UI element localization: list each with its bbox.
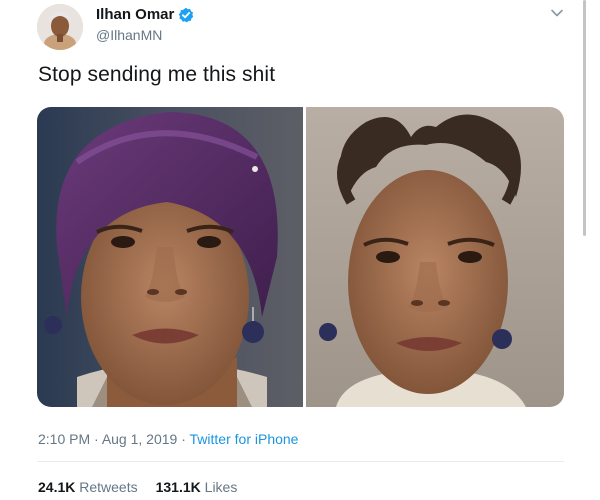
- photo-woman-without-headscarf: [306, 107, 564, 407]
- tweet-card: Ilhan Omar @IlhanMN Stop sending me this…: [0, 0, 600, 500]
- retweets-count: 24.1K: [38, 479, 76, 495]
- likes-stat[interactable]: 131.1K Likes: [156, 479, 238, 495]
- likes-count: 131.1K: [155, 479, 201, 495]
- tweet-time[interactable]: 2:10 PM: [38, 431, 90, 447]
- photo-woman-purple-headscarf: [37, 107, 303, 407]
- tweet-stats: 24.1K Retweets 131.1K Likes: [38, 479, 237, 495]
- photo-left[interactable]: [37, 107, 303, 407]
- author-handle[interactable]: @IlhanMN: [96, 27, 162, 43]
- chevron-down-icon[interactable]: [550, 6, 564, 20]
- tweet-meta: 2:10 PM · Aug 1, 2019 · Twitter for iPho…: [38, 431, 298, 447]
- divider: [37, 461, 564, 462]
- retweets-stat[interactable]: 24.1K Retweets: [38, 479, 138, 495]
- tweet-date[interactable]: Aug 1, 2019: [102, 431, 178, 447]
- meta-separator: ·: [90, 431, 102, 447]
- likes-label: Likes: [204, 479, 238, 495]
- meta-separator-2: ·: [177, 431, 190, 447]
- retweets-label: Retweets: [79, 479, 138, 495]
- photo-right[interactable]: [306, 107, 564, 407]
- tweet-text: Stop sending me this shit: [38, 63, 276, 86]
- author-name[interactable]: Ilhan Omar: [96, 6, 174, 23]
- avatar[interactable]: [37, 4, 83, 50]
- scrollbar[interactable]: [583, 0, 586, 236]
- tweet-source-link[interactable]: Twitter for iPhone: [190, 431, 299, 447]
- verified-badge-icon: [179, 7, 194, 22]
- avatar-image: [37, 4, 83, 50]
- media-grid: [37, 107, 564, 407]
- author-name-row: Ilhan Omar: [96, 6, 194, 23]
